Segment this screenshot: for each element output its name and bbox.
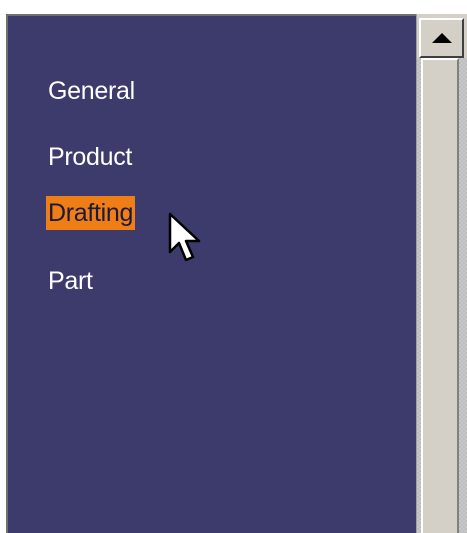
scroll-up-button[interactable] (419, 18, 464, 58)
list-item-drafting[interactable]: Drafting (46, 196, 136, 230)
workbench-list[interactable]: General Product Drafting Part (6, 14, 416, 533)
scroll-thumb[interactable] (421, 58, 459, 533)
arrow-up-icon (432, 33, 452, 43)
vertical-scrollbar[interactable] (416, 14, 467, 533)
workbench-list-window: General Product Drafting Part (0, 0, 467, 533)
list-item-part[interactable]: Part (46, 264, 95, 298)
list-item-product[interactable]: Product (46, 140, 134, 174)
mouse-pointer-icon (168, 212, 201, 262)
list-item-general[interactable]: General (46, 74, 137, 108)
